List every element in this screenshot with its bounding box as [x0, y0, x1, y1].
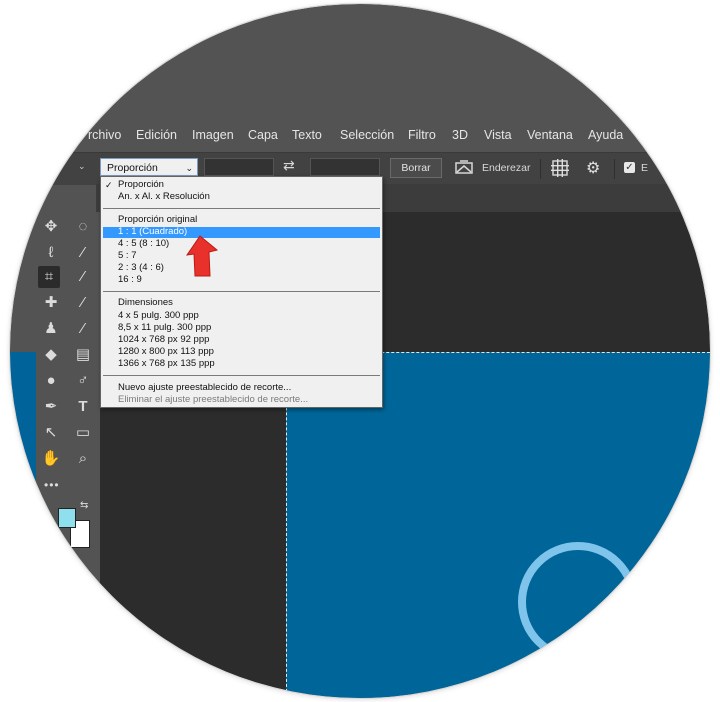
menu-archivo[interactable]: rchivo — [88, 128, 121, 142]
marquee-tool-icon[interactable]: ◌ — [72, 216, 94, 238]
clear-button[interactable]: Borrar — [390, 158, 442, 178]
dd-item-resolucion[interactable]: An. x Al. x Resolución — [118, 191, 210, 202]
rectangle-tool-icon[interactable]: ▭ — [72, 422, 94, 444]
dd-item-1024x768[interactable]: 1024 x 768 px 92 ppp — [118, 334, 209, 345]
ratio-select-value: Proporción — [107, 162, 158, 174]
type-tool-icon[interactable]: T — [72, 396, 94, 418]
clone-stamp-icon[interactable]: ♟ — [40, 318, 62, 340]
dd-header-dimensiones: Dimensiones — [118, 297, 173, 308]
checkbox-label: E — [641, 162, 649, 174]
canvas-blue-edge — [10, 352, 36, 698]
dodge-icon[interactable]: ♂ — [72, 370, 94, 392]
edit-toolbar-icon[interactable]: ••• — [44, 478, 60, 492]
dd-item-4-5[interactable]: 4 : 5 (8 : 10) — [118, 238, 169, 249]
zoom-tool-icon[interactable]: ⌕ — [72, 448, 94, 470]
gear-icon[interactable]: ⚙ — [586, 158, 600, 178]
menu-ventana[interactable]: Ventana — [527, 128, 573, 142]
blur-icon[interactable]: ● — [40, 370, 62, 392]
canvas-ring-shape — [518, 542, 638, 662]
magic-wand-icon[interactable]: ⁄ — [72, 242, 94, 264]
eyedropper-icon[interactable]: ⁄ — [72, 266, 94, 288]
menu-edicion[interactable]: Edición — [136, 128, 177, 142]
dd-item-1280x800[interactable]: 1280 x 800 px 113 ppp — [118, 346, 214, 357]
menu-separator — [103, 375, 380, 376]
toolbar-divider — [540, 159, 541, 179]
foreground-color-swatch[interactable] — [58, 508, 76, 528]
dd-item-proporcion[interactable]: Proporción — [118, 179, 164, 190]
ratio-dropdown-menu: ✓ Proporción An. x Al. x Resolución Prop… — [100, 176, 383, 408]
menu-filtro[interactable]: Filtro — [408, 128, 436, 142]
hand-tool-icon[interactable]: ✋ — [40, 448, 62, 470]
healing-brush-icon[interactable]: ✚ — [40, 292, 62, 314]
straighten-label: Enderezar — [482, 162, 531, 174]
menu-ayuda[interactable]: Ayuda — [588, 128, 623, 142]
dd-item-4x5[interactable]: 4 x 5 pulg. 300 ppp — [118, 310, 199, 321]
toolbar-divider — [614, 159, 615, 179]
width-ratio-input[interactable] — [204, 158, 274, 176]
checkmark-icon: ✓ — [105, 180, 113, 190]
dd-header-original[interactable]: Proporción original — [118, 214, 197, 225]
brush-icon[interactable]: ⁄ — [72, 292, 94, 314]
menu-imagen[interactable]: Imagen — [192, 128, 234, 142]
path-selection-icon[interactable]: ↖ — [40, 422, 62, 444]
menu-3d[interactable]: 3D — [452, 128, 468, 142]
dd-item-16-9[interactable]: 16 : 9 — [118, 274, 142, 285]
dd-item-1-1[interactable]: 1 : 1 (Cuadrado) — [118, 226, 187, 237]
dd-item-8-5x11[interactable]: 8,5 x 11 pulg. 300 ppp — [118, 322, 211, 333]
delete-cropped-pixels-checkbox[interactable]: ✓ — [624, 162, 635, 173]
move-tool-icon[interactable]: ✥ — [40, 216, 62, 238]
menu-seleccion[interactable]: Selección — [340, 128, 394, 142]
dd-item-2-3[interactable]: 2 : 3 (4 : 6) — [118, 262, 164, 273]
swap-arrows-icon[interactable]: ⇄ — [283, 157, 295, 174]
dd-item-5-7[interactable]: 5 : 7 — [118, 250, 137, 261]
tool-preset-chevron-icon[interactable]: ⌄ — [78, 161, 86, 172]
gradient-icon[interactable]: ▤ — [72, 344, 94, 366]
pen-tool-icon[interactable]: ✒ — [40, 396, 62, 418]
dd-item-delete-preset: Eliminar el ajuste preestablecido de rec… — [118, 394, 309, 405]
menu-bar: rchivo Edición Imagen Capa Texto Selecci… — [10, 120, 710, 152]
history-brush-icon[interactable]: ⁄ — [72, 318, 94, 340]
menu-capa[interactable]: Capa — [248, 128, 278, 142]
chevron-down-icon: ⌄ — [185, 163, 193, 173]
toolbox: ✥ ◌ ℓ ⁄ ⌗ ⁄ ✚ ⁄ ♟ ⁄ ◆ ▤ ● ♂ ✒ T ↖ ▭ ✋ ⌕ — [36, 212, 100, 698]
menu-separator — [103, 208, 380, 209]
screenshot-stage: rchivo Edición Imagen Capa Texto Selecci… — [0, 0, 720, 702]
dd-item-new-preset[interactable]: Nuevo ajuste preestablecido de recorte..… — [118, 382, 291, 393]
crop-tool-icon[interactable]: ⌗ — [38, 266, 60, 288]
height-ratio-input[interactable] — [310, 158, 380, 176]
dd-item-1366x768[interactable]: 1366 x 768 px 135 ppp — [118, 358, 215, 369]
annotation-arrow-icon — [186, 235, 219, 277]
circular-crop-frame: rchivo Edición Imagen Capa Texto Selecci… — [10, 4, 710, 698]
menu-separator — [103, 291, 380, 292]
menu-texto[interactable]: Texto — [292, 128, 322, 142]
ratio-select[interactable]: Proporción ⌄ — [100, 158, 198, 176]
eraser-icon[interactable]: ◆ — [40, 344, 62, 366]
lasso-tool-icon[interactable]: ℓ — [40, 242, 62, 264]
straighten-icon[interactable] — [454, 159, 474, 175]
grid-overlay-icon[interactable] — [551, 159, 569, 177]
menu-vista[interactable]: Vista — [484, 128, 512, 142]
swap-colors-icon[interactable]: ⇆ — [80, 500, 88, 511]
